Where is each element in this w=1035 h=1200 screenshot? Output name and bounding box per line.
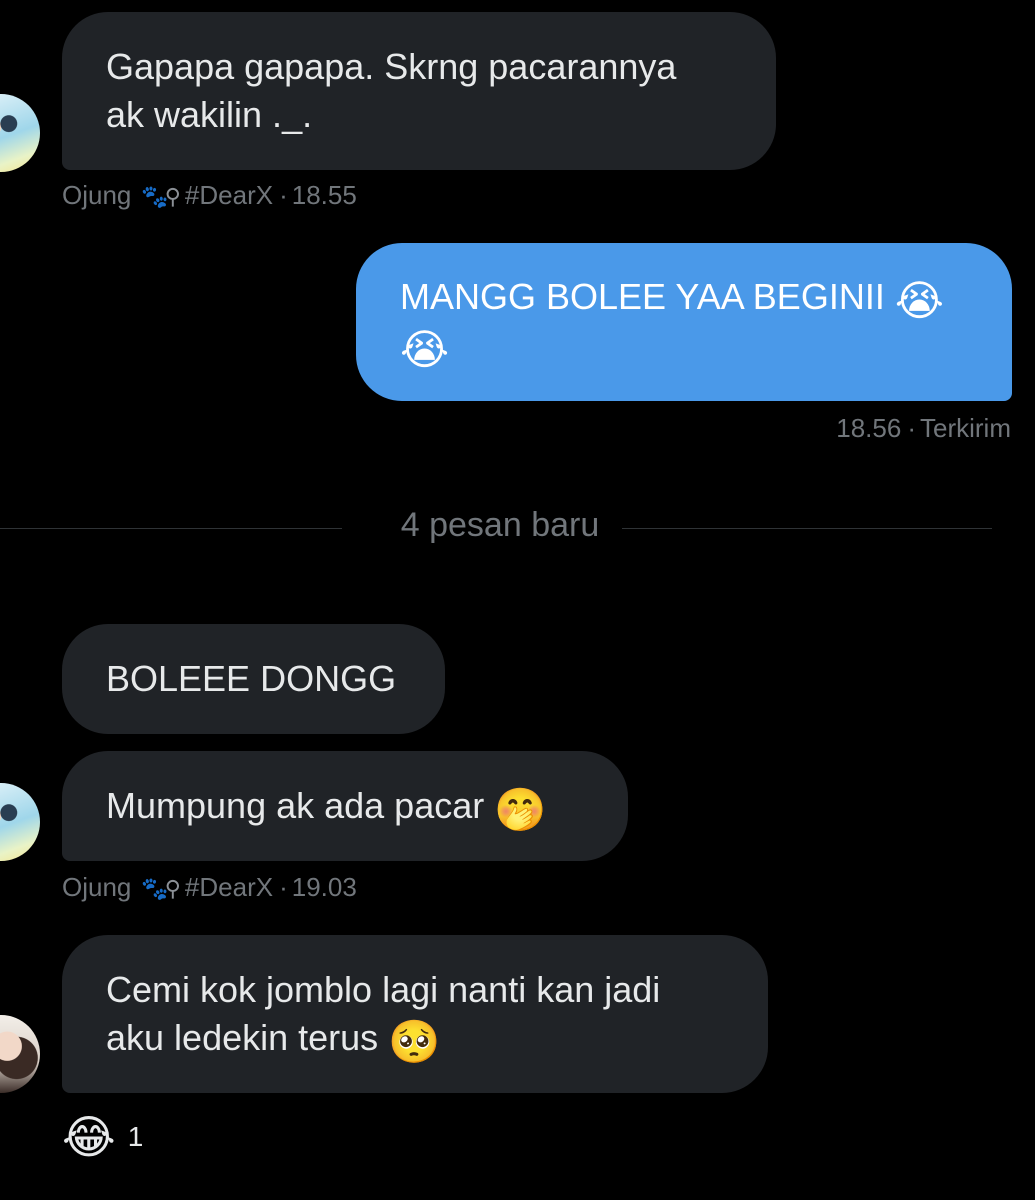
message-text: MANGG BOLEE YAA BEGINII xyxy=(400,276,895,317)
message-bubble[interactable]: BOLEEE DONGG xyxy=(62,624,445,734)
face-with-hand-over-mouth-emoji: 🤭 xyxy=(494,785,547,833)
message-time: 18.56 xyxy=(836,413,902,443)
reaction-count: 1 xyxy=(127,1121,144,1152)
pleading-face-emoji: 🥺 xyxy=(388,1017,441,1065)
message-meta: 18.56 · Terkirim xyxy=(836,413,1011,443)
sender-tag: #DearX xyxy=(184,872,274,902)
avatar-ojung[interactable] xyxy=(0,783,40,861)
message-time: 19.03 xyxy=(291,872,357,902)
tears-of-joy-emoji: 😂 xyxy=(62,1111,116,1163)
paw-prints-icon: 🐾⚲ xyxy=(141,184,180,209)
message-time: 18.55 xyxy=(291,180,357,210)
new-messages-divider: 4 pesan baru xyxy=(400,506,600,544)
message-bubble[interactable]: Cemi kok jomblo lagi nanti kan jadi aku … xyxy=(62,935,768,1093)
divider-line-right xyxy=(622,528,992,529)
avatar-ojung[interactable] xyxy=(0,94,40,172)
dm-conversation: Gapapa gapapa. Skrng pacarannya ak wakil… xyxy=(0,0,1035,1200)
message-reaction[interactable]: 😂 1 xyxy=(62,1114,143,1160)
avatar-other-user[interactable] xyxy=(0,1015,40,1093)
sender-name: Ojung xyxy=(62,872,132,902)
message-text: Mumpung ak ada pacar xyxy=(106,784,495,826)
message-bubble-outgoing[interactable]: MANGG BOLEE YAA BEGINII 😭 😭 xyxy=(356,243,1012,401)
sender-tag: #DearX xyxy=(184,180,274,210)
message-meta: Ojung 🐾⚲ #DearX · 18.55 xyxy=(62,180,357,210)
message-meta: Ojung 🐾⚲ #DearX · 19.03 xyxy=(62,872,357,902)
delivery-status: Terkirim xyxy=(920,413,1011,443)
sender-name: Ojung xyxy=(62,180,132,210)
crying-face-emoji: 😭 xyxy=(400,326,450,373)
paw-prints-icon: 🐾⚲ xyxy=(141,876,180,901)
message-text: BOLEEE DONGG xyxy=(106,658,397,699)
message-text: Gapapa gapapa. Skrng pacarannya ak wakil… xyxy=(106,46,677,135)
crying-face-emoji: 😭 xyxy=(894,277,944,324)
message-bubble[interactable]: Mumpung ak ada pacar 🤭 xyxy=(62,751,628,861)
message-bubble[interactable]: Gapapa gapapa. Skrng pacarannya ak wakil… xyxy=(62,12,776,170)
message-text: Cemi kok jomblo lagi nanti kan jadi aku … xyxy=(106,968,661,1058)
